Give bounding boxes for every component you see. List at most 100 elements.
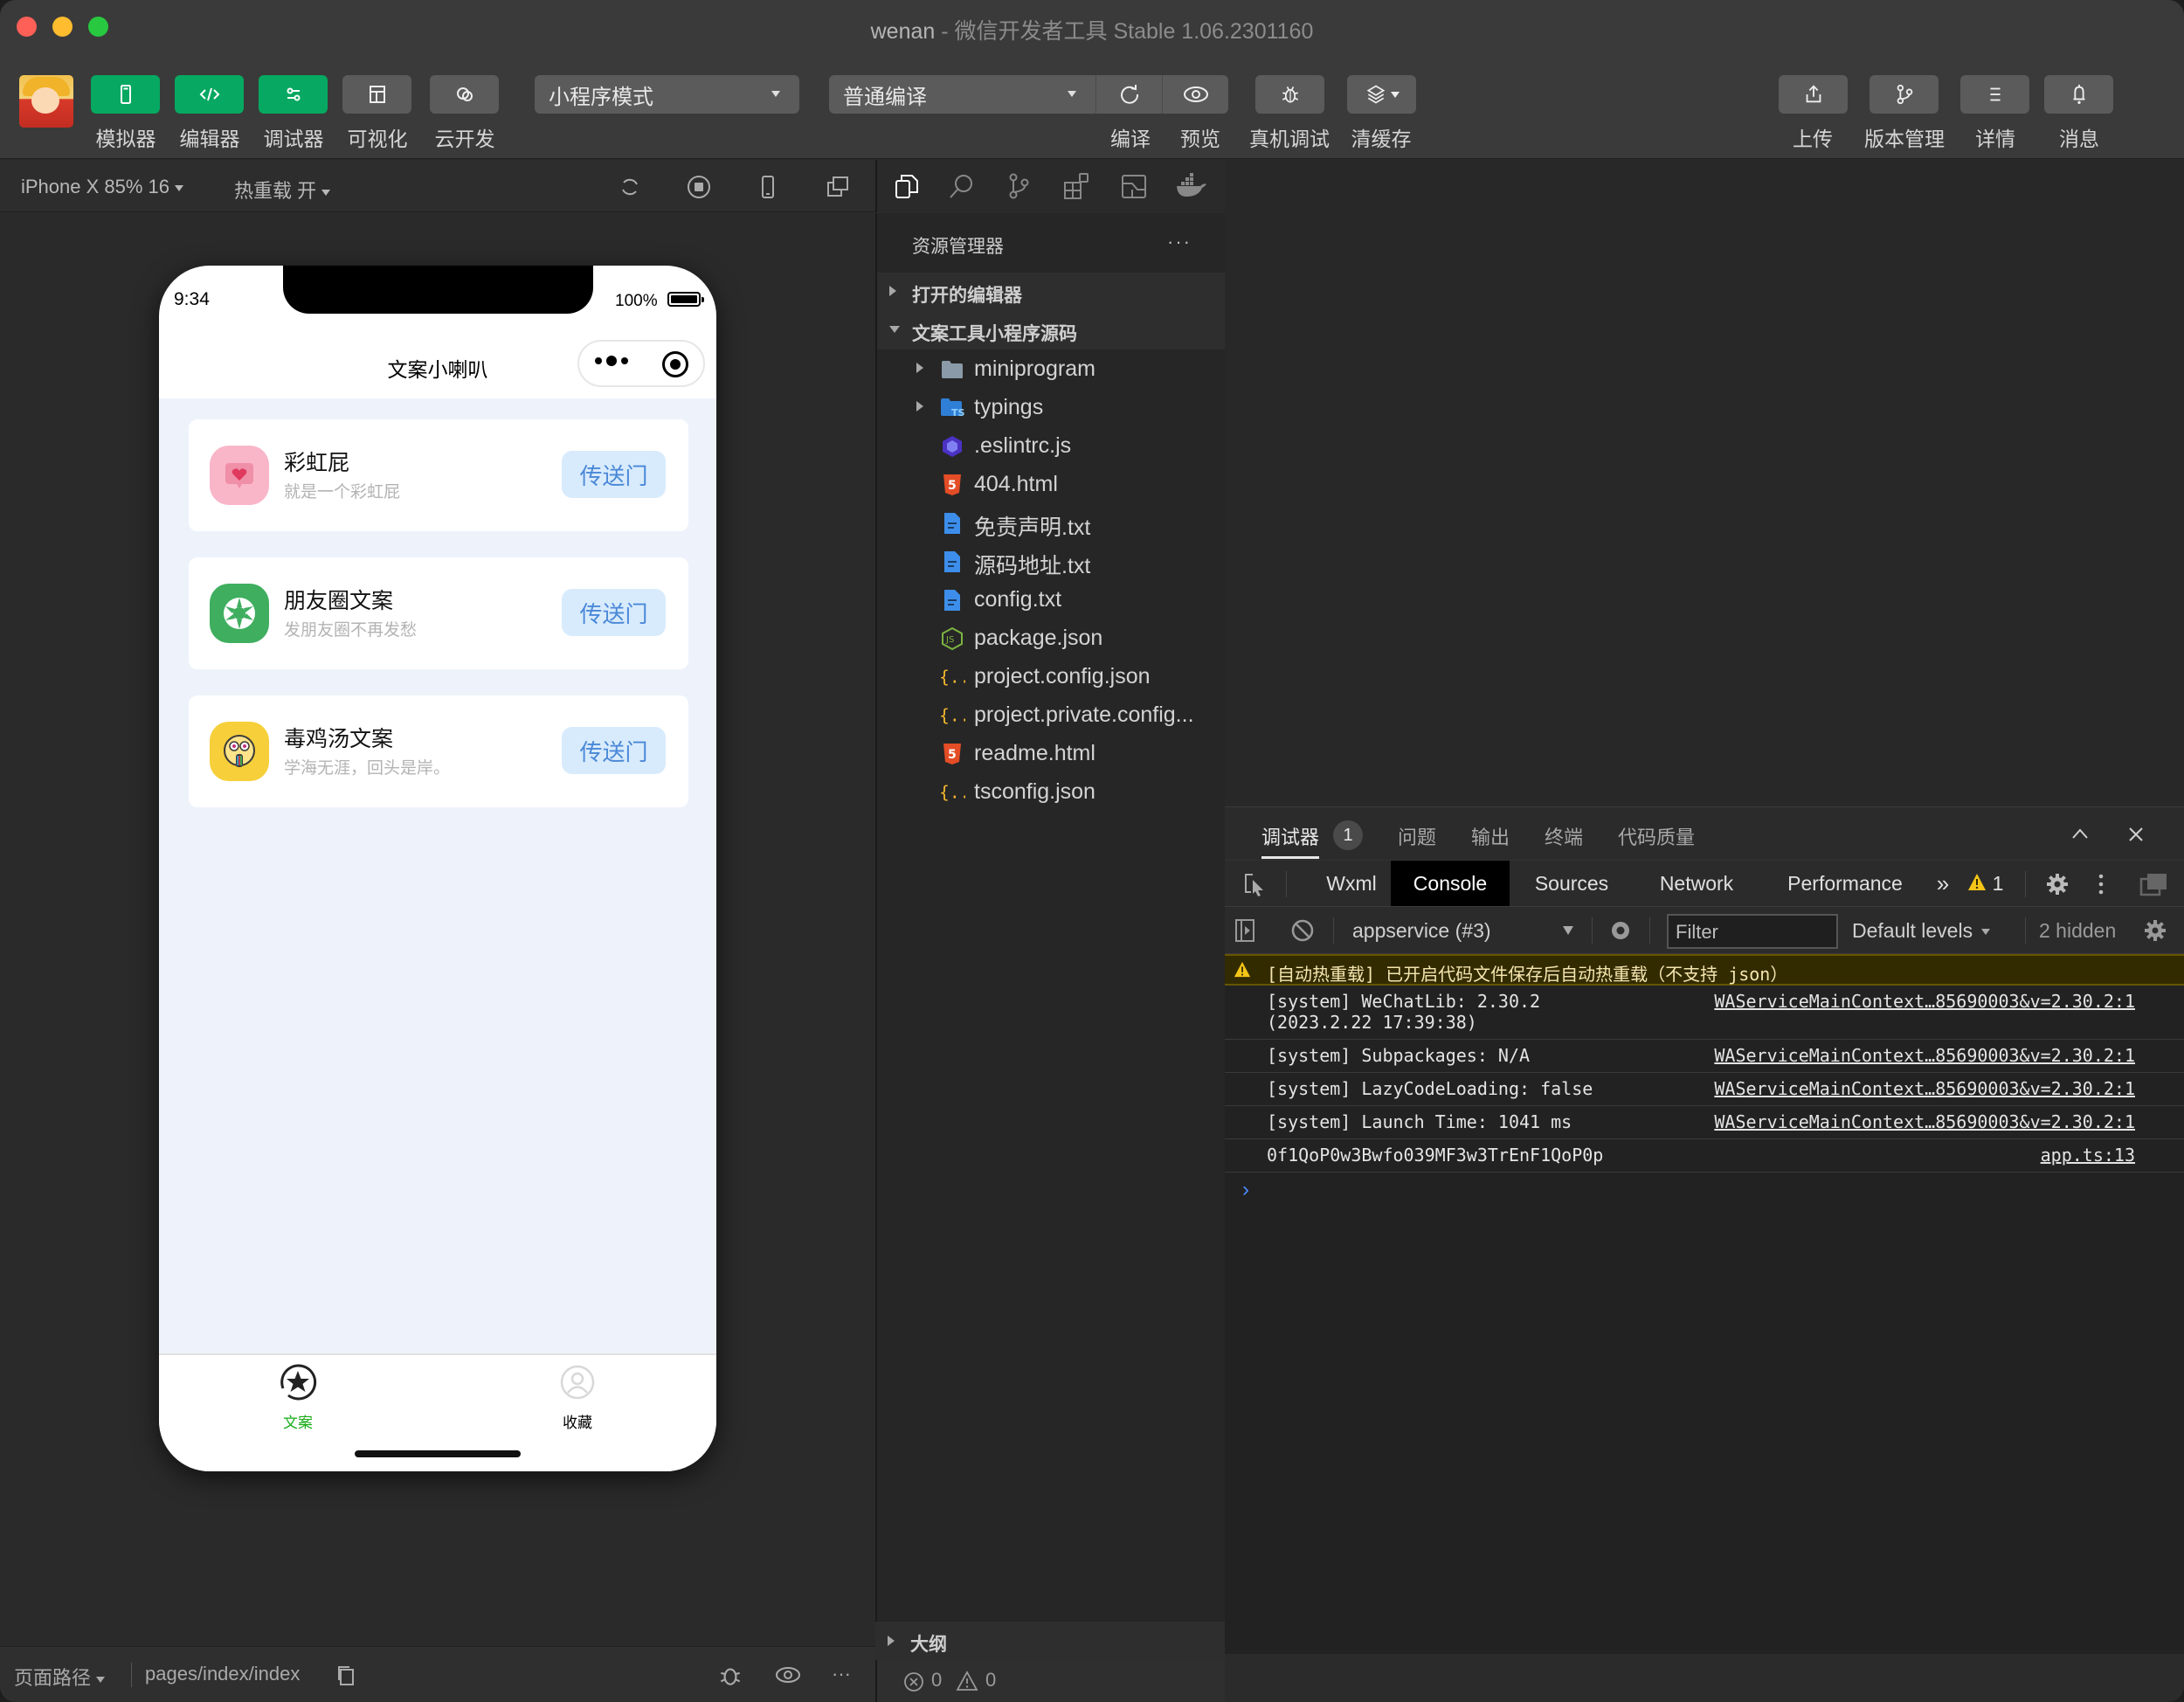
portal-button[interactable]: 传送门 [562,727,666,774]
open-editors-section[interactable]: 打开的编辑器 [877,273,1225,311]
outline-section[interactable]: 大纲 [875,1622,1225,1660]
tab-debugger[interactable]: 调试器 [1261,822,1319,850]
phone-icon [120,85,131,104]
tab-favorites[interactable]: 收藏 [525,1360,630,1432]
docker-icon[interactable] [1174,172,1207,200]
upload-button[interactable] [1779,75,1848,114]
debugger-toggle-button[interactable] [259,75,328,114]
log-levels-select[interactable]: Default levels [1852,919,1991,943]
version-control-button[interactable] [1870,75,1939,114]
feature-card[interactable]: 彩虹屁 就是一个彩虹屁 传送门 [189,419,688,531]
tab-sources[interactable]: Sources [1515,861,1628,906]
simulator-toggle-button[interactable] [91,75,160,114]
search-icon[interactable] [947,172,975,200]
tab-performance[interactable]: Performance [1766,861,1924,906]
close-icon[interactable] [2126,825,2146,844]
context-select[interactable]: appservice (#3) [1352,919,1491,943]
explorer-title: 资源管理器 [912,237,1004,257]
log-source-link[interactable]: app.ts:13 [2041,1145,2135,1166]
messages-button[interactable] [2044,75,2113,114]
extensions-icon[interactable] [1062,172,1090,200]
compile-button[interactable] [1096,75,1162,114]
preview-button[interactable] [1163,75,1228,114]
console-prompt[interactable]: › [1242,1178,1249,1202]
page-path-select[interactable]: 页面路径 [14,1663,106,1691]
feature-card[interactable]: 毒鸡汤文案 学海无涯，回头是岸。 传送门 [189,695,688,807]
eye-icon[interactable] [774,1661,802,1689]
file-item[interactable]: .eslintrc.js [877,426,1225,465]
file-item[interactable]: {..} project.private.config... [877,695,1225,734]
eye-icon [1183,86,1208,102]
tab-code-quality[interactable]: 代码质量 [1618,822,1695,850]
tab-terminal[interactable]: 终端 [1545,822,1583,850]
file-item[interactable]: 5 readme.html [877,734,1225,772]
remote-debug-button[interactable] [1255,75,1324,114]
user-avatar[interactable] [19,75,73,128]
kebab-menu-icon[interactable] [2095,871,2107,897]
files-icon[interactable] [893,172,921,200]
layers-icon [1366,85,1385,104]
mode-select[interactable]: 小程序模式 [535,75,799,114]
more-icon[interactable] [595,356,628,366]
inspect-element-icon[interactable] [1242,871,1267,897]
source-control-icon[interactable] [1005,172,1033,200]
tab-output[interactable]: 输出 [1471,822,1510,850]
visual-toggle-button[interactable] [342,75,411,114]
folder-item[interactable]: miniprogram [877,349,1225,388]
chevron-down-icon [175,184,184,191]
battery-percent: 100% [615,292,658,310]
log-source-link[interactable]: WAServiceMainContext…85690003&v=2.30.2:1 [1714,1111,2135,1132]
settings-icon[interactable] [2142,917,2168,944]
file-item[interactable]: config.txt [877,580,1225,619]
copy-icon[interactable] [335,1664,356,1687]
layout-icon [369,86,385,103]
menu-icon [1989,87,2001,101]
detach-window-icon[interactable] [825,174,851,200]
portal-button[interactable]: 传送门 [562,589,666,636]
cloud-dev-button[interactable] [430,75,499,114]
tab-network[interactable]: Network [1635,861,1758,906]
file-item[interactable]: {..} tsconfig.json [877,772,1225,811]
stop-icon[interactable] [686,174,712,200]
more-tabs-button[interactable]: » [1925,861,1960,906]
storage-icon[interactable] [1120,172,1148,200]
tab-wxml[interactable]: Wxml [1303,861,1400,906]
close-miniprogram-icon[interactable] [662,351,688,377]
file-item[interactable]: 源码地址.txt [877,542,1225,580]
clear-console-icon[interactable] [1289,917,1316,944]
log-source-link[interactable]: WAServiceMainContext…85690003&v=2.30.2:1 [1714,1078,2135,1099]
compile-mode-select[interactable]: 普通编译 [829,75,1095,114]
device-icon[interactable] [755,174,781,200]
tab-console[interactable]: Console [1391,861,1510,906]
file-item[interactable]: {..} project.config.json [877,657,1225,695]
file-item[interactable]: JS package.json [877,619,1225,657]
warning-count[interactable]: 1 [1988,861,2008,906]
file-item[interactable]: 5 404.html [877,465,1225,503]
file-item[interactable]: 免责声明.txt [877,503,1225,542]
tab-copywriting[interactable]: 文案 [245,1360,350,1432]
console-filter-input[interactable]: Filter [1667,914,1838,949]
rotate-icon[interactable] [617,174,643,200]
feature-card[interactable]: 朋友圈文案 发朋友圈不再发愁 传送门 [189,557,688,669]
tab-problems[interactable]: 问题 [1398,822,1436,850]
log-source-link[interactable]: WAServiceMainContext…85690003&v=2.30.2:1 [1714,991,2135,1012]
clear-cache-button[interactable] [1347,75,1416,114]
details-button[interactable] [1960,75,2029,114]
settings-icon[interactable] [2044,871,2070,897]
device-select[interactable]: iPhone X 85% 16 [21,176,184,198]
bug-icon[interactable] [716,1661,744,1689]
folder-item[interactable]: TS typings [877,388,1225,426]
undock-icon[interactable] [2139,871,2168,897]
more-icon[interactable]: ··· [1167,231,1192,253]
editor-label: 编辑器 [179,128,240,150]
log-source-link[interactable]: WAServiceMainContext…85690003&v=2.30.2:1 [1714,1045,2135,1066]
problems-summary[interactable]: 0 0 [875,1660,1225,1702]
project-section[interactable]: 文案工具小程序源码 [877,311,1225,349]
more-options-icon[interactable]: ··· [832,1663,851,1685]
chevron-up-icon[interactable] [2070,825,2091,842]
eye-icon[interactable] [1607,917,1634,944]
editor-toggle-button[interactable] [175,75,244,114]
hot-reload-select[interactable]: 热重载 开 [234,176,331,204]
sidebar-toggle-icon[interactable] [1234,917,1256,944]
portal-button[interactable]: 传送门 [562,451,666,498]
